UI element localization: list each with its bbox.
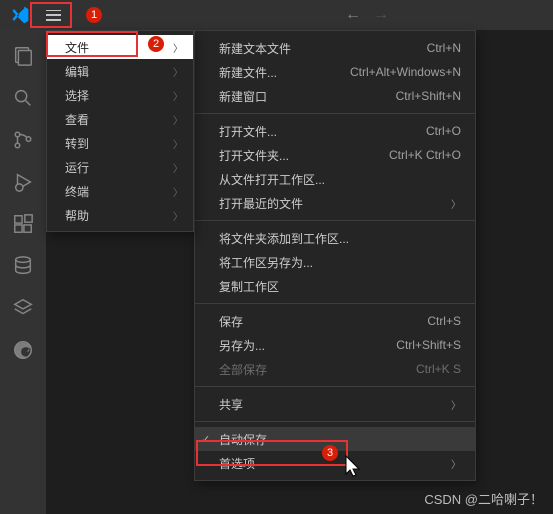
- nav-back-icon[interactable]: ←: [345, 6, 361, 24]
- submenu-item[interactable]: 打开文件...Ctrl+O: [195, 119, 475, 143]
- submenu-item-label: 新建文本文件: [219, 40, 427, 57]
- menu-item-label: 帮助: [65, 207, 89, 224]
- submenu-item-label: 新建窗口: [219, 88, 396, 105]
- file-submenu: 新建文本文件Ctrl+N新建文件...Ctrl+Alt+Windows+N新建窗…: [194, 30, 476, 481]
- shortcut-text: Ctrl+S: [427, 314, 461, 328]
- submenu-item-label: 自动保存: [219, 431, 461, 448]
- run-debug-icon[interactable]: [11, 170, 35, 194]
- menu-view[interactable]: 查看 〉: [47, 107, 193, 131]
- submenu-item[interactable]: 打开最近的文件〉: [195, 191, 475, 215]
- submenu-item[interactable]: 从文件打开工作区...: [195, 167, 475, 191]
- chevron-right-icon: 〉: [173, 184, 183, 199]
- menu-separator: [195, 303, 475, 304]
- source-control-icon[interactable]: [11, 128, 35, 152]
- chevron-right-icon: 〉: [451, 456, 461, 471]
- shortcut-text: Ctrl+Shift+N: [396, 89, 461, 103]
- main-menu: 文件〉 编辑〉 选择〉 查看〉 转到〉 运行〉 终端〉 帮助〉: [46, 30, 194, 232]
- chevron-right-icon: 〉: [173, 88, 183, 103]
- chevron-right-icon: 〉: [451, 397, 461, 412]
- menu-file[interactable]: 文件 〉: [47, 35, 193, 59]
- menu-item-label: 查看: [65, 111, 89, 128]
- submenu-item[interactable]: 共享〉: [195, 392, 475, 416]
- activity-bar: [0, 30, 46, 514]
- submenu-item-label: 打开最近的文件: [219, 195, 451, 212]
- submenu-item[interactable]: 新建窗口Ctrl+Shift+N: [195, 84, 475, 108]
- annotation-badge: 2: [148, 36, 164, 52]
- submenu-item-label: 另存为...: [219, 337, 396, 354]
- menu-separator: [195, 386, 475, 387]
- search-icon[interactable]: [11, 86, 35, 110]
- annotation-badge: 3: [322, 445, 338, 461]
- shortcut-text: Ctrl+K S: [416, 362, 461, 376]
- annotation-badge: 1: [86, 7, 102, 23]
- check-icon: ✓: [201, 433, 210, 446]
- submenu-item-label: 新建文件...: [219, 64, 350, 81]
- submenu-item[interactable]: 新建文件...Ctrl+Alt+Windows+N: [195, 60, 475, 84]
- submenu-item-label: 打开文件...: [219, 123, 426, 140]
- menu-item-label: 转到: [65, 135, 89, 152]
- menu-item-label: 运行: [65, 159, 89, 176]
- shortcut-text: Ctrl+K Ctrl+O: [389, 148, 461, 162]
- menu-selection[interactable]: 选择 〉: [47, 83, 193, 107]
- menu-item-label: 终端: [65, 183, 89, 200]
- database-icon[interactable]: [11, 254, 35, 278]
- chevron-right-icon: 〉: [173, 64, 183, 79]
- menu-item-label: 选择: [65, 87, 89, 104]
- menu-edit[interactable]: 编辑 〉: [47, 59, 193, 83]
- submenu-item[interactable]: 将文件夹添加到工作区...: [195, 226, 475, 250]
- vscode-logo-icon: [10, 5, 30, 25]
- submenu-item[interactable]: 将工作区另存为...: [195, 250, 475, 274]
- nav-forward-icon[interactable]: →: [373, 6, 389, 24]
- menu-item-label: 编辑: [65, 63, 89, 80]
- chevron-right-icon: 〉: [451, 196, 461, 211]
- menu-separator: [195, 421, 475, 422]
- edge-icon[interactable]: [11, 338, 35, 362]
- menu-run[interactable]: 运行 〉: [47, 155, 193, 179]
- submenu-item[interactable]: 打开文件夹...Ctrl+K Ctrl+O: [195, 143, 475, 167]
- submenu-item-label: 全部保存: [219, 361, 416, 378]
- submenu-item: 全部保存Ctrl+K S: [195, 357, 475, 381]
- menu-help[interactable]: 帮助 〉: [47, 203, 193, 227]
- submenu-item-label: 从文件打开工作区...: [219, 171, 461, 188]
- chevron-right-icon: 〉: [173, 160, 183, 175]
- menu-separator: [195, 113, 475, 114]
- hamburger-menu-button[interactable]: [36, 3, 70, 27]
- shortcut-text: Ctrl+O: [426, 124, 461, 138]
- shortcut-text: Ctrl+Shift+S: [396, 338, 461, 352]
- extensions-icon[interactable]: [11, 212, 35, 236]
- layers-icon[interactable]: [11, 296, 35, 320]
- submenu-item[interactable]: 复制工作区: [195, 274, 475, 298]
- submenu-item-label: 将文件夹添加到工作区...: [219, 230, 461, 247]
- submenu-item-label: 共享: [219, 396, 451, 413]
- chevron-right-icon: 〉: [173, 112, 183, 127]
- watermark-text: CSDN @二哈喇子！: [424, 489, 543, 508]
- shortcut-text: Ctrl+Alt+Windows+N: [350, 65, 461, 79]
- submenu-item[interactable]: 新建文本文件Ctrl+N: [195, 36, 475, 60]
- menu-terminal[interactable]: 终端 〉: [47, 179, 193, 203]
- explorer-icon[interactable]: [11, 44, 35, 68]
- menu-go[interactable]: 转到 〉: [47, 131, 193, 155]
- menu-separator: [195, 220, 475, 221]
- submenu-item-label: 保存: [219, 313, 427, 330]
- submenu-item-label: 复制工作区: [219, 278, 461, 295]
- chevron-right-icon: 〉: [173, 136, 183, 151]
- submenu-item-label: 将工作区另存为...: [219, 254, 461, 271]
- chevron-right-icon: 〉: [173, 40, 183, 55]
- menu-item-label: 文件: [65, 39, 89, 56]
- submenu-item-label: 打开文件夹...: [219, 147, 389, 164]
- submenu-item[interactable]: 另存为...Ctrl+Shift+S: [195, 333, 475, 357]
- shortcut-text: Ctrl+N: [427, 41, 461, 55]
- chevron-right-icon: 〉: [173, 208, 183, 223]
- submenu-item[interactable]: 保存Ctrl+S: [195, 309, 475, 333]
